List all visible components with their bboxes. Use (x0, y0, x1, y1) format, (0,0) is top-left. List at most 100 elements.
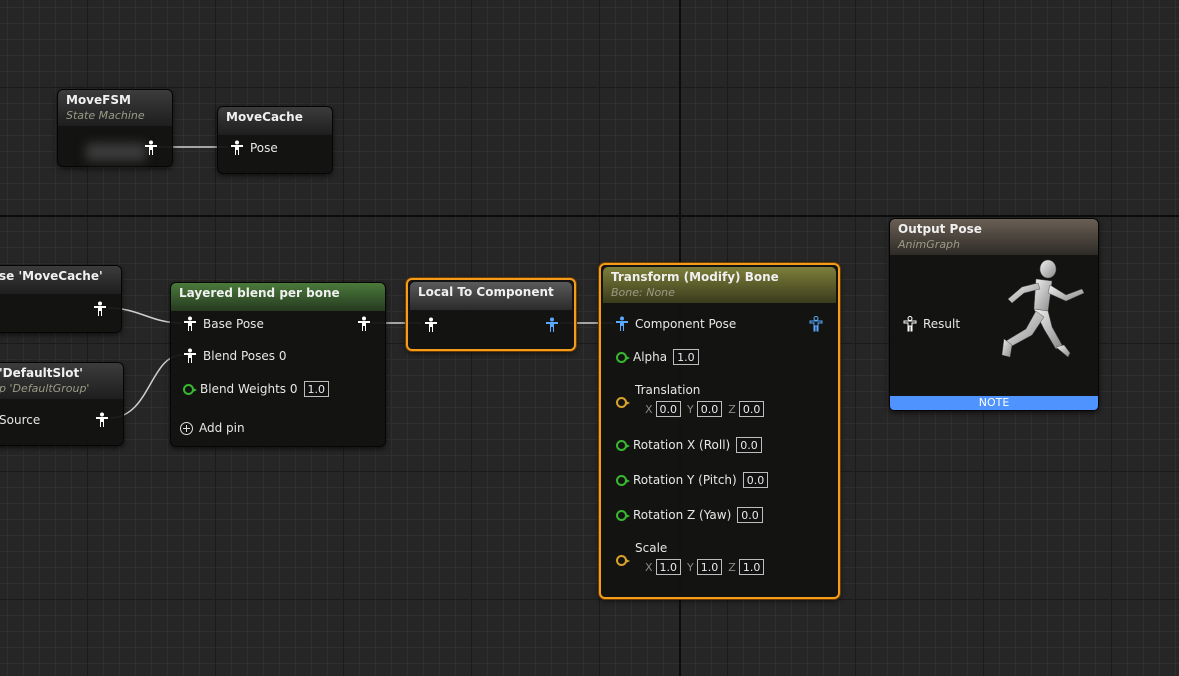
component-pose-pin-icon (545, 317, 559, 333)
translation-z-input[interactable]: 0.0 (738, 401, 765, 417)
rotation-z-input[interactable]: 0.0 (737, 507, 763, 523)
input-pose-pin[interactable] (424, 315, 438, 335)
pin-label: Blend Weights 0 (200, 382, 298, 396)
node-title: se 'MoveCache' (0, 269, 103, 283)
result-pin[interactable]: Result (903, 314, 960, 334)
alpha-input[interactable]: 1.0 (673, 349, 699, 365)
output-pose-pin[interactable] (95, 410, 109, 430)
node-header: MoveFSM State Machine (58, 90, 172, 126)
z-axis-label: Z (728, 402, 736, 416)
node-title: MoveFSM (66, 93, 131, 107)
node-title: Layered blend per bone (179, 286, 340, 300)
node-subtitle: Bone: None (611, 286, 675, 299)
pin-label: Source (0, 413, 41, 427)
node-transform-modify-bone[interactable]: Transform (Modify) Bone Bone: None Compo… (599, 263, 840, 599)
pose-pin-icon (357, 316, 371, 332)
node-header: se 'MoveCache' (0, 266, 121, 294)
rotation-z-pin[interactable]: Rotation Z (Yaw) 0.0 (616, 505, 763, 525)
scale-x-input[interactable]: 1.0 (655, 559, 682, 575)
y-axis-label: Y (687, 560, 694, 574)
vector-pin-icon (616, 396, 630, 408)
node-header: 'DefaultSlot' p 'DefaultGroup' (0, 363, 123, 399)
input-pose-pin[interactable]: Pose (230, 138, 278, 158)
node-header: MoveCache (218, 107, 332, 135)
float-pin-icon (616, 509, 630, 521)
running-mannequin-icon (1001, 259, 1085, 358)
node-local-to-component[interactable]: Local To Component (406, 278, 576, 351)
scale-pin[interactable] (616, 550, 630, 570)
translation-x-input[interactable]: 0.0 (655, 401, 682, 417)
node-subtitle: p 'DefaultGroup' (0, 382, 90, 395)
pin-label: Scale (635, 541, 668, 555)
node-layered-blend[interactable]: Layered blend per bone Base Pose Blend P… (170, 282, 386, 447)
node-use-cached-pose[interactable]: se 'MoveCache' (0, 265, 122, 333)
node-header: Output Pose AnimGraph (890, 219, 1098, 255)
y-axis-label: Y (687, 402, 694, 416)
component-pose-pin-icon (615, 316, 629, 332)
scale-label-row: Scale (635, 538, 667, 558)
pin-label: Translation (635, 383, 701, 397)
note-bar[interactable]: NOTE (890, 396, 1098, 410)
translation-label-row: Translation (635, 380, 700, 400)
scale-y-input[interactable]: 1.0 (696, 559, 723, 575)
output-component-pose-pin[interactable] (809, 314, 823, 334)
node-output-pose[interactable]: Output Pose AnimGraph Result NOTE (889, 218, 1099, 411)
pose-pin-icon (93, 301, 107, 317)
component-pose-pin-icon (809, 316, 823, 332)
output-pose-pin[interactable] (93, 299, 107, 319)
rotation-x-input[interactable]: 0.0 (736, 437, 762, 453)
output-pose-pin[interactable] (144, 138, 158, 158)
node-header: Local To Component (410, 282, 572, 310)
node-title: Transform (Modify) Bone (611, 270, 779, 284)
x-axis-label: X (645, 560, 653, 574)
component-pose-pin[interactable]: Component Pose (615, 314, 736, 334)
node-header: Transform (Modify) Bone Bone: None (603, 267, 836, 303)
scale-z-input[interactable]: 1.0 (738, 559, 765, 575)
node-title: 'DefaultSlot' (0, 366, 83, 380)
node-move-fsm[interactable]: MoveFSM State Machine (57, 89, 173, 167)
pin-label: Rotation Z (Yaw) (633, 508, 732, 522)
float-pin-icon (616, 351, 630, 363)
pin-label: Alpha (633, 350, 668, 364)
pin-label: Base Pose (203, 317, 264, 331)
scale-fields: X 1.0 Y 1.0 Z 1.0 (639, 557, 765, 577)
pin-label: Component Pose (635, 317, 737, 331)
node-subtitle: AnimGraph (898, 238, 961, 251)
float-pin-icon (183, 383, 197, 395)
source-pin-label-row: Source (0, 410, 40, 430)
vector-pin-icon (616, 554, 630, 566)
node-subtitle: State Machine (66, 109, 145, 122)
z-axis-label: Z (728, 560, 736, 574)
output-pose-pin[interactable] (357, 314, 371, 334)
pin-label: Pose (250, 141, 278, 155)
blend-weights-pin[interactable]: Blend Weights 0 1.0 (183, 379, 329, 399)
add-pin-label: Add pin (199, 421, 245, 435)
pose-pin-icon (230, 140, 244, 156)
node-slot[interactable]: 'DefaultSlot' p 'DefaultGroup' Source (0, 362, 124, 446)
translation-pin[interactable] (616, 392, 630, 412)
node-title: MoveCache (226, 110, 303, 124)
rotation-y-input[interactable]: 0.0 (742, 472, 769, 488)
pin-label: Result (923, 317, 961, 331)
rotation-x-pin[interactable]: Rotation X (Roll) 0.0 (616, 435, 762, 455)
blend-weights-input[interactable]: 1.0 (303, 381, 329, 397)
pin-label: Rotation Y (Pitch) (633, 473, 737, 487)
rotation-y-pin[interactable]: Rotation Y (Pitch) 0.0 (616, 470, 769, 490)
float-pin-icon (616, 439, 630, 451)
pose-pin-icon (95, 412, 109, 428)
pin-label: Rotation X (Roll) (633, 438, 731, 452)
x-axis-label: X (645, 402, 653, 416)
output-component-pose-pin[interactable] (545, 315, 559, 335)
base-pose-pin[interactable]: Base Pose (183, 314, 264, 334)
add-pin-button[interactable]: Add pin (180, 418, 245, 438)
node-title: Local To Component (418, 285, 554, 299)
add-pin-icon (180, 421, 193, 435)
pose-pin-icon (144, 140, 158, 156)
node-move-cache[interactable]: MoveCache Pose (217, 106, 333, 174)
blend-poses-pin[interactable]: Blend Poses 0 (183, 346, 286, 366)
pose-pin-icon (183, 348, 197, 364)
translation-y-input[interactable]: 0.0 (696, 401, 723, 417)
alpha-pin[interactable]: Alpha 1.0 (616, 347, 699, 367)
pin-label: Blend Poses 0 (203, 349, 287, 363)
pose-pin-icon (903, 316, 917, 332)
